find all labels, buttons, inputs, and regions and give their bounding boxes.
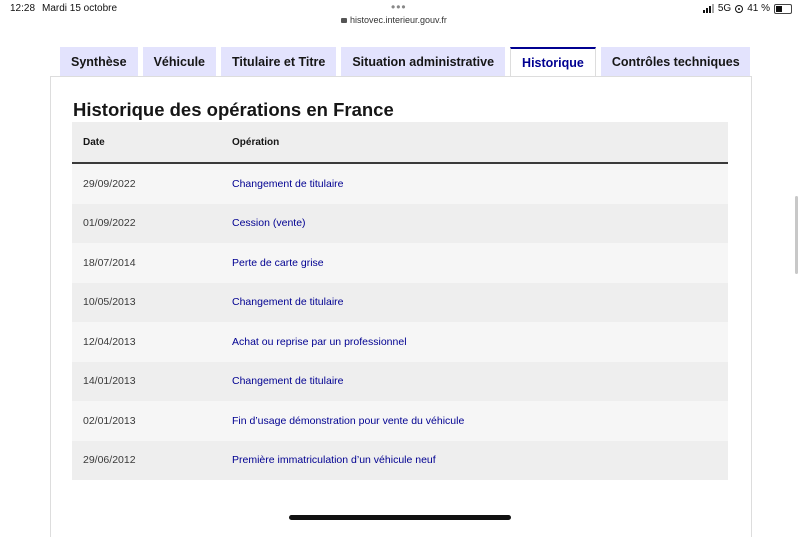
operation-date: 29/09/2022 bbox=[83, 177, 136, 190]
table-header: Date Opération bbox=[72, 122, 728, 164]
column-header-operation: Opération bbox=[232, 136, 280, 148]
status-date: Mardi 15 octobre bbox=[42, 3, 118, 14]
battery-icon bbox=[774, 3, 792, 14]
operation-cell: Changement de titulaire bbox=[232, 375, 728, 387]
network-label: 5G bbox=[717, 3, 732, 14]
column-header-date: Date bbox=[83, 136, 105, 148]
tab-situation-administrative[interactable]: Situation administrative bbox=[341, 47, 506, 76]
table-row: 29/06/2012 Première immatriculation d’un … bbox=[72, 440, 728, 480]
tab-vehicule[interactable]: Véhicule bbox=[142, 47, 217, 76]
address-bar[interactable]: histovec.interieur.gouv.fr bbox=[341, 15, 447, 25]
operations-table: Date Opération 29/09/2022 Changement de t… bbox=[72, 122, 728, 480]
lock-icon bbox=[341, 18, 347, 23]
operation-cell: Fin d’usage démonstration pour vente du … bbox=[232, 415, 728, 427]
operation-link[interactable]: Changement de titulaire bbox=[232, 296, 344, 308]
status-indicators: 5G 41 % bbox=[702, 3, 792, 14]
tab-bar: Synthèse Véhicule Titulaire et Titre Situat… bbox=[60, 47, 750, 77]
scrollbar[interactable] bbox=[795, 196, 798, 274]
operation-date: 18/07/2014 bbox=[83, 256, 136, 269]
operation-cell: Changement de titulaire bbox=[232, 296, 728, 308]
operation-link[interactable]: Changement de titulaire bbox=[232, 375, 344, 387]
operation-link[interactable]: Achat ou reprise par un professionnel bbox=[232, 336, 407, 348]
table-row: 14/01/2013 Changement de titulaire bbox=[72, 361, 728, 401]
status-bar: 12:28 Mardi 15 octobre ••• histovec.inte… bbox=[0, 0, 800, 28]
operation-link[interactable]: Changement de titulaire bbox=[232, 178, 344, 190]
table-row: 02/01/2013 Fin d’usage démonstration pour… bbox=[72, 401, 728, 441]
tab-synthese[interactable]: Synthèse bbox=[60, 47, 138, 76]
operation-cell: Première immatriculation d’un véhicule n… bbox=[232, 454, 728, 466]
operation-cell: Cession (vente) bbox=[232, 217, 728, 229]
location-icon bbox=[735, 4, 744, 13]
tab-titulaire-et-titre[interactable]: Titulaire et Titre bbox=[221, 47, 337, 76]
operation-date: 14/01/2013 bbox=[83, 375, 136, 388]
operation-date: 02/01/2013 bbox=[83, 414, 136, 427]
signal-icon bbox=[702, 4, 714, 13]
operation-date: 29/06/2012 bbox=[83, 454, 136, 467]
operation-link[interactable]: Première immatriculation d’un véhicule n… bbox=[232, 454, 436, 466]
status-time: 12:28 bbox=[10, 3, 36, 14]
table-row: 01/09/2022 Cession (vente) bbox=[72, 203, 728, 243]
table-row: 29/09/2022 Changement de titulaire bbox=[72, 164, 728, 204]
home-indicator[interactable] bbox=[289, 515, 511, 520]
operation-date: 12/04/2013 bbox=[83, 335, 136, 348]
table-body: 29/09/2022 Changement de titulaire 01/09/2… bbox=[72, 164, 728, 480]
operation-cell: Perte de carte grise bbox=[232, 257, 728, 269]
table-row: 10/05/2013 Changement de titulaire bbox=[72, 282, 728, 322]
address-url: histovec.interieur.gouv.fr bbox=[350, 15, 447, 25]
page-title: Historique des opérations en France bbox=[73, 99, 394, 120]
table-row: 12/04/2013 Achat ou reprise par un profes… bbox=[72, 322, 728, 362]
operation-date: 01/09/2022 bbox=[83, 217, 136, 230]
operation-cell: Changement de titulaire bbox=[232, 178, 728, 190]
tab-controles-techniques[interactable]: Contrôles techniques bbox=[600, 47, 750, 76]
table-row: 18/07/2014 Perte de carte grise bbox=[72, 243, 728, 283]
operation-link[interactable]: Fin d’usage démonstration pour vente du … bbox=[232, 415, 464, 427]
operation-link[interactable]: Perte de carte grise bbox=[232, 257, 324, 269]
multitasking-dots-icon[interactable]: ••• bbox=[391, 0, 407, 14]
tab-historique[interactable]: Historique bbox=[510, 47, 596, 77]
battery-percent: 41 % bbox=[747, 3, 770, 14]
operation-link[interactable]: Cession (vente) bbox=[232, 217, 306, 229]
operation-cell: Achat ou reprise par un professionnel bbox=[232, 336, 728, 348]
operation-date: 10/05/2013 bbox=[83, 296, 136, 309]
